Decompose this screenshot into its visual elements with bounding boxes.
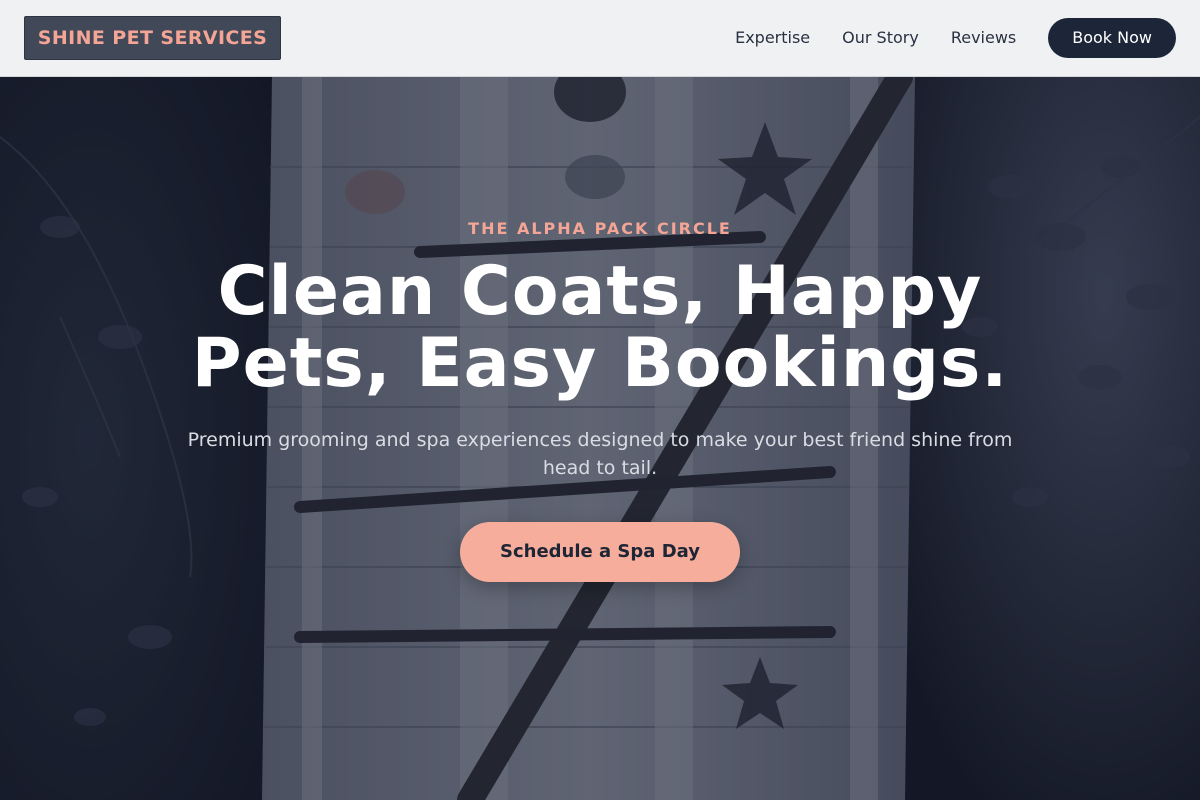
hero-eyebrow: THE ALPHA PACK CIRCLE: [468, 219, 732, 238]
hero-subtitle: Premium grooming and spa experiences des…: [187, 429, 1013, 479]
landing-page: SHINE PET SERVICES Expertise Our Story R…: [0, 0, 1200, 800]
nav-link-expertise[interactable]: Expertise: [735, 18, 810, 58]
main-nav: Expertise Our Story Reviews Book Now: [735, 18, 1176, 58]
hero-headline-line-1: Clean Coats, Happy: [217, 252, 983, 331]
nav-link-our-story[interactable]: Our Story: [842, 18, 919, 58]
book-now-button[interactable]: Book Now: [1048, 18, 1176, 58]
hero-headline: Clean Coats, Happy Pets, Easy Bookings.: [150, 256, 1050, 400]
site-header: SHINE PET SERVICES Expertise Our Story R…: [0, 0, 1200, 77]
hero-headline-line-2: Pets, Easy Bookings.: [191, 324, 1009, 403]
nav-link-reviews[interactable]: Reviews: [951, 18, 1016, 58]
schedule-spa-day-button[interactable]: Schedule a Spa Day: [460, 522, 740, 582]
brand-logo[interactable]: SHINE PET SERVICES: [24, 16, 281, 60]
